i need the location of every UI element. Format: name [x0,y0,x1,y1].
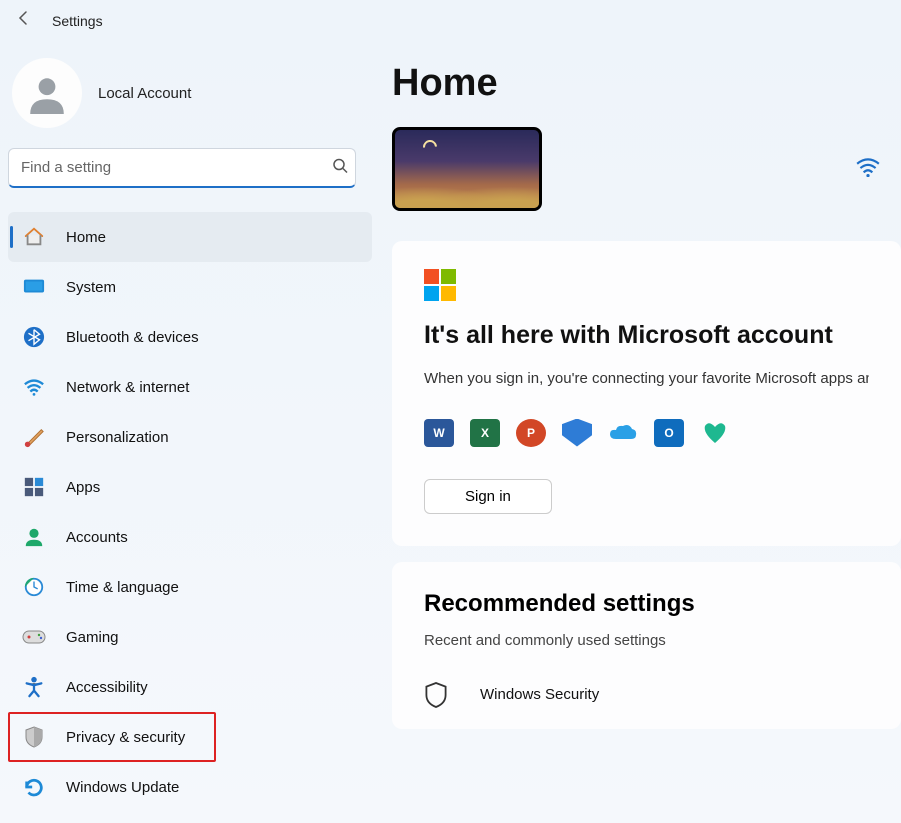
sidebar-item-label: Gaming [66,629,119,646]
gamepad-icon [22,625,46,649]
family-icon [700,419,730,447]
onedrive-icon [608,419,638,447]
update-icon [22,775,46,799]
ms-app-icons: W X P O [424,419,869,447]
sidebar-item-update[interactable]: Windows Update [8,762,372,812]
recommended-subtitle: Recent and commonly used settings [424,632,869,649]
outlook-icon: O [654,419,684,447]
person-icon [22,525,46,549]
sidebar-item-apps[interactable]: Apps [8,462,372,512]
sidebar-item-label: Accessibility [66,679,148,696]
system-icon [22,275,46,299]
search-icon [332,158,348,179]
app-title: Settings [52,13,103,29]
search-field[interactable] [8,148,372,188]
sidebar-item-label: Home [66,229,106,246]
sidebar-item-label: Apps [66,479,100,496]
sidebar-item-time[interactable]: Time & language [8,562,372,612]
sidebar-item-label: Privacy & security [66,729,185,746]
recommended-item-security[interactable]: Windows Security [424,681,869,709]
home-icon [22,225,46,249]
microsoft-account-card: It's all here with Microsoft account Whe… [392,241,901,546]
microsoft-logo-icon [424,269,456,301]
sidebar-item-network[interactable]: Network & internet [8,362,372,412]
sidebar-nav: Home System Bluetooth & devices Network … [8,212,372,812]
accessibility-icon [22,675,46,699]
sidebar-item-accessibility[interactable]: Accessibility [8,662,372,712]
sidebar-item-privacy[interactable]: Privacy & security [8,712,216,762]
sidebar-item-label: Network & internet [66,379,189,396]
page-title: Home [392,62,901,105]
sidebar-item-label: Accounts [66,529,128,546]
sidebar-item-label: Bluetooth & devices [66,329,199,346]
ms-card-description: When you sign in, you're connecting your… [424,368,869,391]
sidebar-item-home[interactable]: Home [8,212,372,262]
wifi-icon [22,375,46,399]
wallpaper-preview[interactable] [392,127,542,211]
sidebar-item-label: Time & language [66,579,179,596]
back-button[interactable] [16,10,32,31]
powerpoint-icon: P [516,419,546,447]
ms-card-title: It's all here with Microsoft account [424,321,869,350]
bluetooth-icon [22,325,46,349]
signin-button[interactable]: Sign in [424,479,552,514]
recommended-settings-card: Recommended settings Recent and commonly… [392,562,901,729]
sidebar-item-label: Windows Update [66,779,179,796]
shield-outline-icon [424,681,452,709]
account-name: Local Account [98,85,191,102]
apps-icon [22,475,46,499]
search-input[interactable] [8,148,356,188]
sidebar-item-system[interactable]: System [8,262,372,312]
brush-icon [22,425,46,449]
sidebar-item-label: Personalization [66,429,169,446]
sidebar-item-bluetooth[interactable]: Bluetooth & devices [8,312,372,362]
account-block[interactable]: Local Account [8,50,372,148]
excel-icon: X [470,419,500,447]
wifi-status-icon[interactable] [855,157,881,182]
shield-icon [22,725,46,749]
sidebar-item-label: System [66,279,116,296]
sidebar-item-personalization[interactable]: Personalization [8,412,372,462]
sidebar-item-accounts[interactable]: Accounts [8,512,372,562]
defender-icon [562,419,592,447]
recommended-title: Recommended settings [424,590,869,618]
avatar [12,58,82,128]
sidebar-item-gaming[interactable]: Gaming [8,612,372,662]
recommended-item-label: Windows Security [480,686,599,703]
clock-icon [22,575,46,599]
word-icon: W [424,419,454,447]
